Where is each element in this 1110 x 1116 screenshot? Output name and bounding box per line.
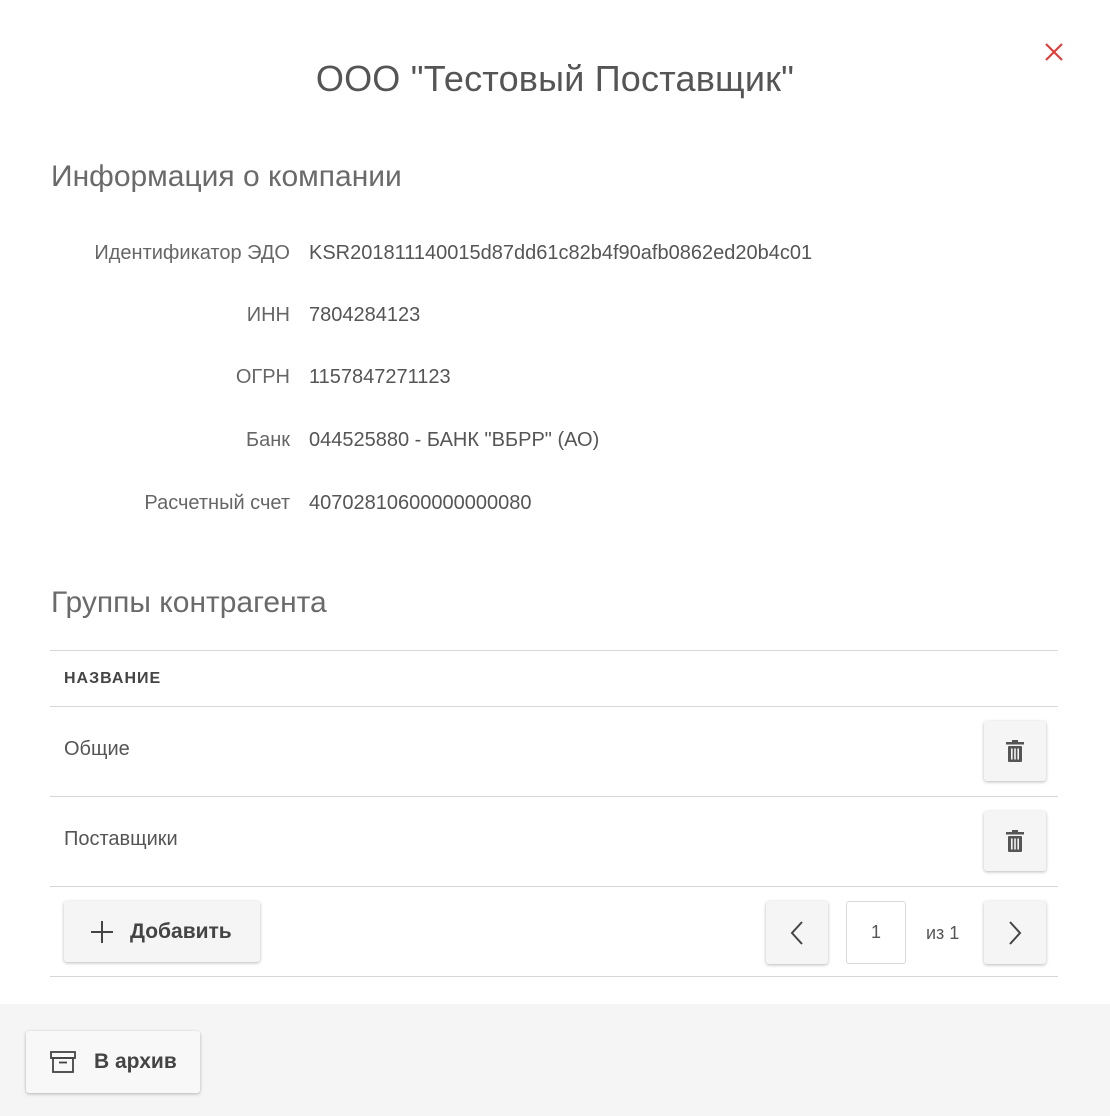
delete-group-button[interactable] [984,721,1046,781]
info-row-edo-id: Идентификатор ЭДО KSR201811140015d87dd61… [0,242,1110,272]
archive-box-icon [50,1051,76,1073]
info-label: Расчетный счет [144,492,290,514]
dialog-title: ООО "Тестовый Поставщик" [315,58,795,99]
plus-icon [91,920,113,943]
page-number-input[interactable] [846,901,906,964]
divider [50,650,1058,651]
info-label: Банк [245,429,290,451]
info-value: 1157847271123 [309,366,451,388]
next-page-button[interactable] [984,901,1046,964]
info-value: KSR201811140015d87dd61c82b4f90afb0862ed2… [309,242,813,264]
prev-page-button[interactable] [766,901,828,964]
info-row-bank: Банк 044525880 - БАНК "ВБРР" (АО) [0,429,1110,459]
divider [50,706,1058,707]
info-label: ИНН [246,304,290,326]
info-row-account: Расчетный счет 40702810600000000080 [0,492,1110,522]
chevron-right-icon [1009,920,1022,945]
group-row-name: Общие [64,738,130,760]
archive-label: В архив [94,1050,177,1073]
divider [50,976,1058,977]
add-group-button[interactable]: Добавить [64,901,260,962]
column-header-name: НАЗВАНИЕ [64,670,162,687]
archive-button[interactable]: В архив [26,1031,200,1093]
info-row-inn: ИНН 7804284123 [0,304,1110,334]
divider [50,886,1058,887]
info-value: 044525880 - БАНК "ВБРР" (АО) [309,429,600,451]
info-value: 40702810600000000080 [309,492,532,514]
delete-group-button[interactable] [984,811,1046,871]
page-total-label: из 1 [926,923,960,943]
company-info-heading: Информация о компании [51,160,402,193]
trash-icon [1006,830,1024,852]
dialog-footer: В архив [0,1004,1110,1116]
add-group-label: Добавить [130,919,232,943]
group-row-name: Поставщики [64,828,178,850]
trash-icon [1006,740,1024,762]
info-row-ogrn: ОГРН 1157847271123 [0,366,1110,396]
divider [50,796,1058,797]
info-value: 7804284123 [309,304,421,326]
groups-heading: Группы контрагента [51,586,327,619]
chevron-left-icon [790,920,803,945]
info-label: ОГРН [235,366,290,388]
info-label: Идентификатор ЭДО [94,242,290,264]
